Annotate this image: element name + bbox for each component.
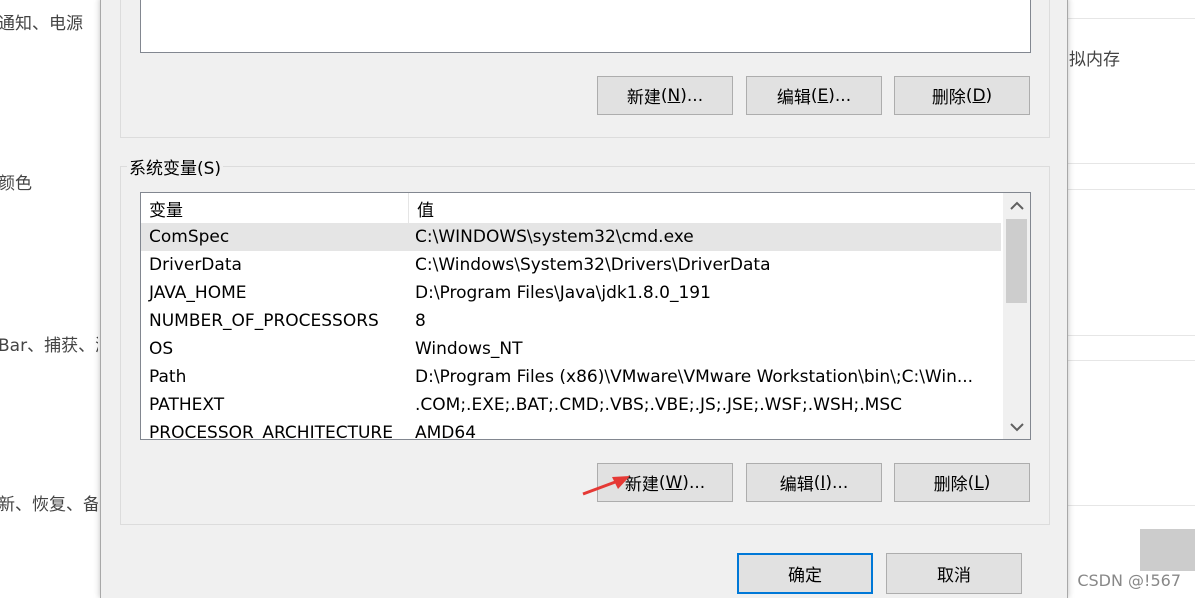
bg-nav-item: 新、恢复、备份 [0, 495, 98, 515]
scrollbar-thumb[interactable] [1006, 219, 1027, 303]
variable-name-cell: ComSpec [149, 227, 230, 247]
divider [1068, 335, 1195, 336]
variable-value-cell: D:\Program Files (x86)\VMware\VMware Wor… [415, 367, 974, 387]
divider [1068, 360, 1195, 361]
column-header-name[interactable]: 变量 [141, 193, 409, 223]
table-row[interactable]: OS Windows_NT [141, 335, 1001, 363]
bg-nav-item: 颜色 [0, 174, 32, 194]
variable-value-cell: C:\WINDOWS\system32\cmd.exe [415, 227, 694, 247]
variable-name-cell: NUMBER_OF_PROCESSORS [149, 311, 379, 331]
system-variables-label: 系统变量(S) [127, 154, 224, 179]
user-new-button[interactable]: 新建(N)... [597, 76, 733, 115]
divider [1068, 189, 1195, 190]
variable-name-cell: Path [149, 367, 187, 387]
bg-button[interactable] [1140, 529, 1195, 571]
variable-name-cell: OS [149, 339, 174, 359]
table-row[interactable]: PROCESSOR_ARCHITECTURE AMD64 [141, 419, 1001, 440]
ok-button[interactable]: 确定 [737, 553, 873, 594]
variable-name-cell: PROCESSOR_ARCHITECTURE [149, 423, 393, 440]
system-edit-button[interactable]: 编辑(I)... [746, 463, 882, 502]
user-edit-button[interactable]: 编辑(E)... [746, 76, 882, 115]
variable-value-cell: D:\Program Files\Java\jdk1.8.0_191 [415, 283, 711, 303]
system-delete-button[interactable]: 删除(L) [894, 463, 1030, 502]
variable-value-cell: AMD64 [415, 423, 477, 440]
environment-variables-dialog: 新建(N)... 编辑(E)... 删除(D) 系统变量(S) 变量 值 Com… [100, 0, 1068, 598]
variable-name-cell: JAVA_HOME [149, 283, 247, 303]
table-row[interactable]: PATHEXT .COM;.EXE;.BAT;.CMD;.VBS;.VBE;.JS… [141, 391, 1001, 419]
divider [1068, 505, 1195, 506]
system-variables-rows: ComSpec C:\WINDOWS\system32\cmd.exe Driver… [141, 223, 1001, 440]
chevron-down-icon[interactable] [1003, 415, 1030, 439]
divider [1068, 163, 1195, 164]
bg-nav-item: 通知、电源 [0, 14, 83, 34]
user-variables-list[interactable] [140, 0, 1031, 53]
variable-value-cell: .COM;.EXE;.BAT;.CMD;.VBS;.VBE;.JS;.JSE;.… [415, 395, 903, 415]
variable-value-cell: 8 [415, 311, 426, 331]
chevron-up-icon[interactable] [1003, 193, 1030, 217]
vertical-scrollbar[interactable] [1003, 193, 1030, 439]
cancel-button[interactable]: 取消 [886, 553, 1022, 594]
table-row[interactable]: JAVA_HOME D:\Program Files\Java\jdk1.8.0_… [141, 279, 1001, 307]
table-row[interactable]: Path D:\Program Files (x86)\VMware\VMware… [141, 363, 1001, 391]
variable-value-cell: Windows_NT [415, 339, 523, 359]
divider [1068, 18, 1195, 19]
variable-name-cell: DriverData [149, 255, 242, 275]
table-row[interactable]: NUMBER_OF_PROCESSORS 8 [141, 307, 1001, 335]
variable-name-cell: PATHEXT [149, 395, 225, 415]
list-header: 变量 值 [141, 193, 1001, 223]
table-row[interactable]: DriverData C:\Windows\System32\Drivers\Dr… [141, 251, 1001, 279]
system-variables-list[interactable]: 变量 值 ComSpec C:\WINDOWS\system32\cmd.exe D… [140, 192, 1031, 440]
arrow-annotation-icon [582, 476, 630, 496]
watermark: CSDN @!567 [1077, 571, 1181, 590]
column-header-value[interactable]: 值 [409, 193, 434, 223]
bg-virtual-memory-label: 拟内存 [1069, 50, 1120, 70]
table-row[interactable]: ComSpec C:\WINDOWS\system32\cmd.exe [141, 223, 1001, 251]
bg-nav-item: Bar、捕获、游 [0, 336, 98, 356]
user-delete-button[interactable]: 删除(D) [894, 76, 1030, 115]
variable-value-cell: C:\Windows\System32\Drivers\DriverData [415, 255, 771, 275]
